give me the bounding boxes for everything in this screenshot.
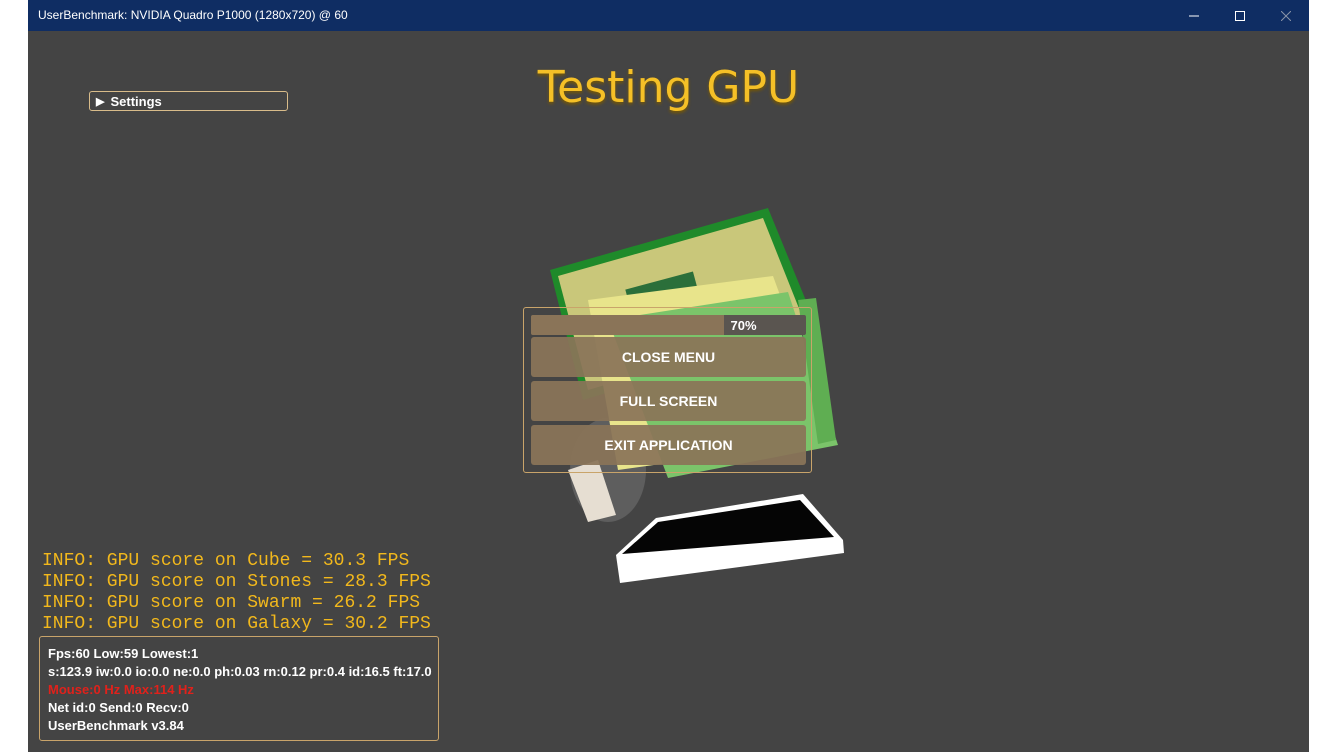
score-line-galaxy: INFO: GPU score on Galaxy = 30.2 FPS (42, 614, 431, 634)
settings-label: Settings (110, 93, 162, 109)
progress-label: 70% (730, 317, 757, 333)
score-line-swarm: INFO: GPU score on Swarm = 26.2 FPS (42, 593, 421, 613)
app-window: UserBenchmark: NVIDIA Quadro P1000 (1280… (28, 0, 1309, 752)
version-label: UserBenchmark v3.84 (48, 718, 184, 733)
score-line-cube: INFO: GPU score on Cube = 30.3 FPS (42, 551, 410, 571)
score-line-stones: INFO: GPU score on Stones = 28.3 FPS (42, 572, 431, 592)
mouse-stats: Mouse:0 Hz Max:114 Hz (48, 682, 194, 697)
menu-panel: 70% CLOSE MENU FULL SCREEN EXIT APPLICAT… (523, 307, 812, 473)
stats-panel: Fps:60 Low:59 Lowest:1 s:123.9 iw:0.0 io… (39, 636, 439, 741)
settings-toggle[interactable]: ▶ Settings (89, 91, 288, 111)
score-log: INFO: GPU score on Cube = 30.3 FPS INFO:… (42, 551, 431, 635)
triangle-right-icon: ▶ (96, 95, 105, 108)
fps-stats: Fps:60 Low:59 Lowest:1 (48, 646, 199, 661)
timing-stats: s:123.9 iw:0.0 io:0.0 ne:0.0 ph:0.03 rn:… (48, 664, 432, 679)
full-screen-button[interactable]: FULL SCREEN (531, 381, 806, 421)
progress-bar: 70% (531, 315, 806, 335)
exit-application-button[interactable]: EXIT APPLICATION (531, 425, 806, 465)
net-stats: Net id:0 Send:0 Recv:0 (48, 700, 189, 715)
close-menu-button[interactable]: CLOSE MENU (531, 337, 806, 377)
